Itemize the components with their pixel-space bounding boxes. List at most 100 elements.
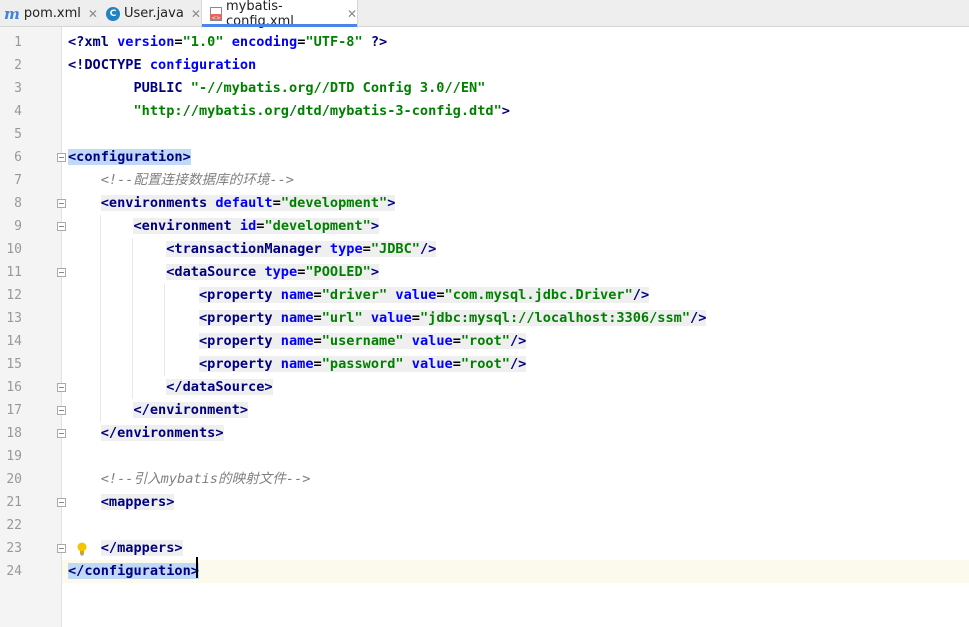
code-line-text: <!DOCTYPE configuration <box>68 54 256 77</box>
code-token: <!DOCTYPE <box>68 57 150 73</box>
code-line[interactable]: <dataSource type="POOLED"> <box>62 261 969 284</box>
code-token: = <box>411 310 420 326</box>
code-line[interactable]: <!--配置连接数据库的环境--> <box>62 169 969 192</box>
code-token: > <box>387 195 396 211</box>
code-token: name <box>280 287 314 303</box>
code-token: "JDBC" <box>370 241 420 257</box>
code-token: <mappers> <box>100 494 175 510</box>
code-line[interactable]: PUBLIC "-//mybatis.org//DTD Config 3.0//… <box>62 77 969 100</box>
code-token: <property <box>198 356 281 372</box>
code-token: name <box>280 333 314 349</box>
code-line[interactable]: <?xml version="1.0" encoding="UTF-8" ?> <box>62 31 969 54</box>
editor-tab-bar: m pom.xml ✕ C User.java ✕ <> mybatis-con… <box>0 0 969 29</box>
code-line[interactable]: </mappers> <box>62 537 969 560</box>
close-icon[interactable]: ✕ <box>347 7 357 21</box>
code-token: "-//mybatis.org//DTD Config 3.0//EN" <box>190 80 486 96</box>
line-number: 17 <box>6 403 22 418</box>
tab-label: mybatis-config.xml <box>226 0 294 29</box>
code-token: "1.0" <box>182 34 224 50</box>
code-line[interactable]: <environments default="development"> <box>62 192 969 215</box>
code-token: = <box>313 356 322 372</box>
code-token: "com.mysql.jdbc.Driver" <box>444 287 633 303</box>
code-editor[interactable]: <?xml version="1.0" encoding="UTF-8" ?> <… <box>62 27 969 627</box>
code-token: <!--引入mybatis的映射文件--> <box>100 471 311 487</box>
code-line-text: <?xml version="1.0" encoding="UTF-8" ?> <box>68 31 387 54</box>
code-token: name <box>280 356 314 372</box>
code-token: "development" <box>280 195 388 211</box>
line-number: 9 <box>14 219 22 234</box>
code-line[interactable]: <property name="driver" value="com.mysql… <box>62 284 969 307</box>
code-token: value <box>370 310 412 326</box>
code-line[interactable]: <environment id="development"> <box>62 215 969 238</box>
tab-user-java[interactable]: C User.java ✕ <box>106 0 202 27</box>
code-line[interactable]: <property name="username" value="root"/> <box>62 330 969 353</box>
line-number: 12 <box>6 288 22 303</box>
code-token: <environment <box>133 218 240 234</box>
code-line[interactable]: <transactionManager type="JDBC"/> <box>62 238 969 261</box>
code-line[interactable] <box>62 445 969 468</box>
line-number-gutter[interactable]: 1 2 3 4 5 6 7 8 9 10 11 12 13 14 15 16 17 18 19 20 21 22 23 24 <box>0 27 66 627</box>
line-number: 3 <box>14 81 22 96</box>
code-token: "POOLED" <box>305 264 371 280</box>
code-token: "jdbc:mysql://localhost:3306/ssm" <box>419 310 691 326</box>
code-token: value <box>411 356 453 372</box>
tab-label: pom.xml <box>23 6 81 21</box>
code-token: "password" <box>321 356 404 372</box>
code-token: = <box>313 310 322 326</box>
code-line-text: "http://mybatis.org/dtd/mybatis-3-config… <box>68 100 509 123</box>
code-line[interactable]: "http://mybatis.org/dtd/mybatis-3-config… <box>62 100 969 123</box>
code-line[interactable]: <configuration> <box>62 146 969 169</box>
code-line[interactable]: <!--引入mybatis的映射文件--> <box>62 468 969 491</box>
code-token: = <box>436 287 445 303</box>
code-line[interactable]: <!DOCTYPE configuration <box>62 54 969 77</box>
line-number: 18 <box>6 426 22 441</box>
code-line-text: <transactionManager type="JDBC"/> <box>68 238 437 261</box>
close-icon[interactable]: ✕ <box>88 7 98 21</box>
tab-mybatis-config-xml[interactable]: <> mybatis-config.xml ✕ <box>201 0 358 29</box>
code-line[interactable]: <property name="url" value="jdbc:mysql:/… <box>62 307 969 330</box>
code-line-text: </dataSource> <box>68 376 273 399</box>
code-token <box>403 356 412 372</box>
code-token: <property <box>198 333 281 349</box>
line-number: 8 <box>14 196 22 211</box>
code-line[interactable] <box>62 514 969 537</box>
code-line[interactable]: <property name="password" value="root"/> <box>62 353 969 376</box>
code-line-text: </configuration> <box>68 560 199 583</box>
code-token: /> <box>509 333 527 349</box>
code-token: <transactionManager <box>166 241 330 257</box>
code-line[interactable]: </configuration> <box>62 560 969 583</box>
line-number: 4 <box>14 104 22 119</box>
code-line[interactable]: <mappers> <box>62 491 969 514</box>
code-line[interactable]: </environments> <box>62 422 969 445</box>
code-token: "url" <box>321 310 363 326</box>
code-token: value <box>395 287 437 303</box>
code-token: <property <box>198 310 281 326</box>
code-line[interactable] <box>62 123 969 146</box>
code-token: version <box>117 34 175 50</box>
code-token: encoding <box>231 34 298 50</box>
code-line-text: <environment id="development"> <box>68 215 380 238</box>
code-line[interactable]: </environment> <box>62 399 969 422</box>
code-token: > <box>370 218 380 234</box>
code-token: <? <box>68 34 85 50</box>
code-token: "root" <box>460 356 510 372</box>
close-icon[interactable]: ✕ <box>191 7 201 21</box>
code-token: PUBLIC <box>68 80 191 96</box>
line-number: 5 <box>14 127 22 142</box>
line-number: 23 <box>6 541 22 556</box>
code-line[interactable]: </dataSource> <box>62 376 969 399</box>
code-token: = <box>313 333 322 349</box>
indent-guide <box>164 284 165 376</box>
tab-label: User.java <box>124 6 184 21</box>
code-token: = <box>452 333 461 349</box>
code-token: /> <box>509 356 527 372</box>
tab-pom-xml[interactable]: m pom.xml ✕ <box>4 0 100 27</box>
code-line-text: </environments> <box>68 422 224 445</box>
